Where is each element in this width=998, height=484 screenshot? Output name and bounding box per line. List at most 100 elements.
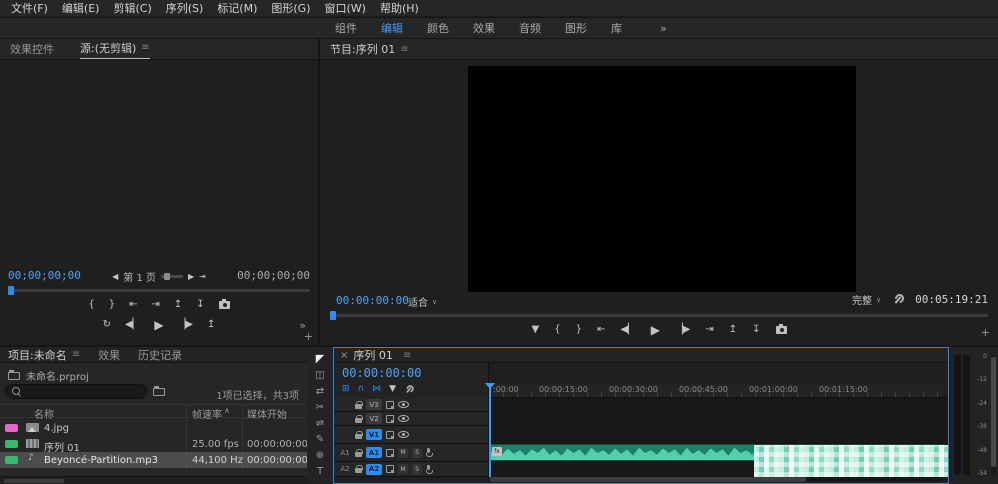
mark-in-button[interactable]: { — [554, 325, 560, 335]
lift-button[interactable]: ↥ — [207, 320, 215, 330]
timeline-ruler[interactable]: :00:00 00:00:15:00 00:00:30:00 00:00:45:… — [489, 383, 944, 398]
lock-icon[interactable] — [355, 434, 362, 439]
program-quality-select[interactable]: 完整 ∨ — [852, 292, 881, 307]
zoom-tool[interactable]: ⊕ — [316, 450, 324, 461]
razor-tool[interactable]: ✂ — [316, 402, 324, 413]
mute-button[interactable]: M — [398, 464, 408, 474]
project-file-row[interactable]: 未命名.prproj — [8, 368, 89, 383]
extract-button[interactable]: ↧ — [752, 325, 760, 335]
workspace-tab-audio[interactable]: 音频 — [519, 20, 541, 36]
program-panel-menu-icon[interactable]: ≡ — [400, 44, 408, 55]
timeline-timecode[interactable]: 00:00:00:00 — [342, 366, 421, 380]
menu-clip[interactable]: 剪辑(C) — [106, 0, 158, 16]
tab-program-monitor[interactable]: 节目:序列 01 — [330, 41, 395, 57]
workspace-overflow-icon[interactable]: » — [660, 22, 667, 35]
column-media-start[interactable]: 媒体开始 — [247, 406, 287, 421]
workspace-tab-effects[interactable]: 效果 — [473, 20, 495, 36]
eye-icon[interactable] — [398, 415, 409, 422]
menu-marker[interactable]: 标记(M) — [210, 0, 264, 16]
label-color-chip[interactable] — [5, 424, 18, 432]
playhead-grip[interactable] — [485, 383, 495, 389]
mute-button[interactable]: M — [398, 448, 408, 458]
tab-effect-controls[interactable]: 效果控件 — [10, 41, 54, 57]
page-skip-icon[interactable]: ⇥ — [199, 273, 206, 281]
label-color-chip[interactable] — [5, 456, 18, 464]
menu-graphics[interactable]: 图形(G) — [264, 0, 317, 16]
add-marker-icon[interactable]: ▼ — [389, 385, 396, 394]
menu-window[interactable]: 窗口(W) — [318, 0, 373, 16]
source-scrub-bar[interactable] — [8, 286, 310, 295]
project-hscrollbar[interactable] — [0, 476, 307, 484]
slip-tool[interactable]: ⇌ — [316, 418, 324, 429]
lock-icon[interactable] — [355, 452, 362, 457]
mark-out-button[interactable]: } — [109, 300, 115, 310]
source-button-editor-plus[interactable]: + — [304, 330, 313, 343]
tab-source-monitor[interactable]: 源:(无剪辑) ≡ — [80, 40, 150, 59]
program-scrub-track[interactable] — [330, 314, 988, 317]
insert-button[interactable]: ↥ — [174, 300, 182, 310]
record-mic-icon[interactable] — [426, 465, 432, 474]
project-panel-menu-icon[interactable]: ≡ — [72, 349, 80, 360]
source-patch-a1[interactable]: A1 — [339, 449, 351, 457]
export-frame-icon[interactable] — [776, 326, 787, 334]
track-target-a1[interactable]: A1 — [366, 447, 382, 458]
add-marker-button[interactable]: ▼ — [531, 325, 539, 335]
page-next-icon[interactable]: ▶ — [188, 273, 194, 281]
column-framerate[interactable]: 帧速率 — [192, 406, 222, 421]
menu-edit[interactable]: 编辑(E) — [55, 0, 107, 16]
play-button[interactable]: ▶ — [154, 319, 163, 331]
source-panel-menu-icon[interactable]: ≡ — [141, 42, 149, 53]
go-to-out-button[interactable]: ⇥ — [151, 300, 159, 310]
mark-in-button[interactable]: { — [88, 300, 94, 310]
loop-button[interactable]: ↻ — [103, 320, 111, 330]
track-target-v1[interactable]: V1 — [366, 429, 382, 440]
track-select-tool[interactable]: ◫ — [315, 370, 324, 381]
overwrite-button[interactable]: ↧ — [196, 300, 204, 310]
snap-toggle-icon[interactable]: ∩ — [358, 385, 365, 394]
track-target-v3[interactable]: V3 — [366, 399, 382, 410]
search-input[interactable] — [5, 384, 147, 399]
mark-out-button[interactable]: } — [576, 325, 582, 335]
program-timecode[interactable]: 00:00:00:00 — [336, 294, 409, 307]
column-name[interactable]: 名称 — [34, 406, 54, 421]
program-zoom-select[interactable]: 适合 ∨ — [408, 294, 437, 309]
solo-button[interactable]: S — [412, 464, 422, 474]
tab-effects[interactable]: 效果 — [98, 347, 120, 363]
workspace-tab-editing[interactable]: 编辑 — [381, 20, 403, 36]
tab-history[interactable]: 历史记录 — [138, 347, 182, 363]
eye-icon[interactable] — [398, 401, 409, 408]
timeline-tab-label[interactable]: 序列 01 — [353, 347, 393, 363]
program-scrub-bar[interactable] — [330, 311, 988, 320]
settings-wrench-icon[interactable] — [893, 294, 903, 305]
lift-button[interactable]: ↥ — [729, 325, 737, 335]
scrollbar-thumb[interactable] — [4, 479, 64, 483]
pen-tool[interactable]: ✎ — [316, 434, 324, 445]
workspace-tab-libraries[interactable]: 库 — [611, 20, 622, 36]
menu-file[interactable]: 文件(F) — [4, 0, 55, 16]
program-button-editor-plus[interactable]: + — [981, 326, 990, 339]
page-slider[interactable] — [161, 275, 183, 278]
play-button[interactable]: ▶ — [651, 324, 660, 336]
step-back-button[interactable]: ◀▏ — [125, 320, 140, 330]
menu-help[interactable]: 帮助(H) — [373, 0, 426, 16]
go-to-out-button[interactable]: ⇥ — [705, 325, 713, 335]
go-to-in-button[interactable]: ⇤ — [597, 325, 605, 335]
panel-vscrollbar[interactable] — [991, 355, 996, 475]
sync-lock-icon[interactable] — [386, 415, 394, 423]
timeline-panel-menu-icon[interactable]: ≡ — [403, 350, 411, 361]
filter-bin-button[interactable] — [153, 386, 165, 399]
eye-icon[interactable] — [398, 431, 409, 438]
timeline-hscrollbar[interactable] — [490, 477, 942, 482]
track-target-a2[interactable]: A2 — [366, 464, 382, 475]
export-frame-icon[interactable] — [219, 301, 230, 309]
source-patch-a2[interactable]: A2 — [339, 465, 351, 473]
linked-selection-icon[interactable]: ⋈ — [372, 385, 381, 394]
lock-icon[interactable] — [355, 404, 362, 409]
lock-icon[interactable] — [355, 468, 362, 473]
track-target-v2[interactable]: V2 — [366, 413, 382, 424]
scrollbar-thumb[interactable] — [991, 357, 996, 467]
sync-lock-icon[interactable] — [386, 401, 394, 409]
workspace-tab-graphics[interactable]: 图形 — [565, 20, 587, 36]
lock-icon[interactable] — [355, 418, 362, 423]
source-scrub-track[interactable] — [8, 289, 310, 292]
